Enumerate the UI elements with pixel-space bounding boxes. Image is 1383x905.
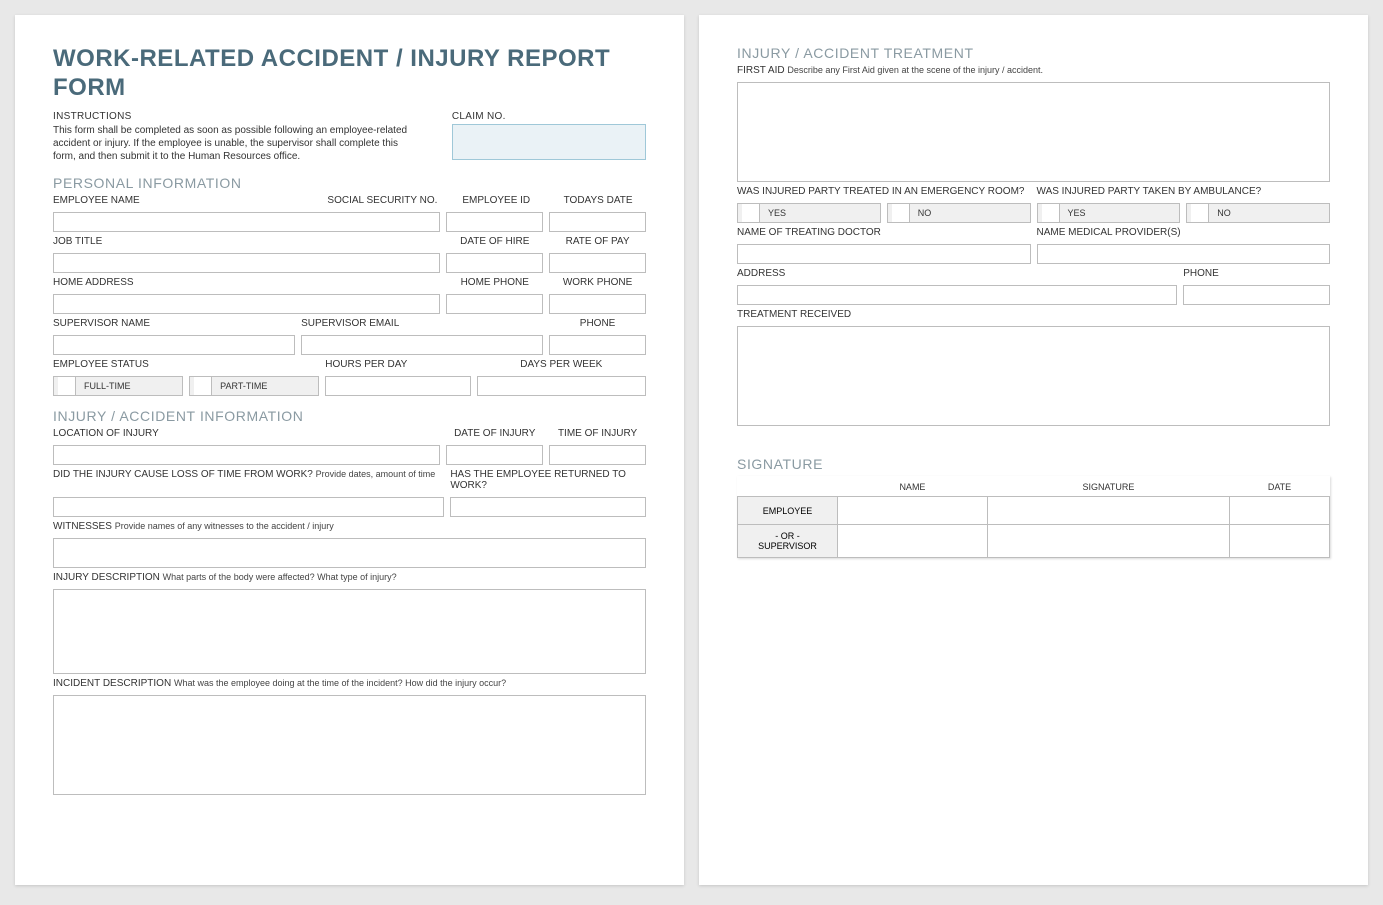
first-aid-field[interactable] (737, 82, 1330, 182)
treatment-address-field[interactable] (737, 285, 1177, 305)
treatment-address-label: ADDRESS (737, 268, 1177, 279)
supervisor-name-field[interactable] (53, 335, 295, 355)
supervisor-date-cell[interactable] (1230, 525, 1330, 558)
home-address-field[interactable] (53, 294, 440, 314)
full-time-checkbox[interactable]: FULL-TIME (53, 376, 183, 396)
instructions-body: This form shall be completed as soon as … (53, 124, 422, 163)
treatment-received-field[interactable] (737, 326, 1330, 426)
days-per-week-label: DAYS PER WEEK (477, 359, 646, 370)
treating-doctor-field[interactable] (737, 244, 1031, 264)
treatment-phone-field[interactable] (1183, 285, 1330, 305)
employee-id-label: EMPLOYEE ID (448, 195, 544, 206)
loss-of-time-field[interactable] (53, 497, 444, 517)
days-per-week-field[interactable] (477, 376, 646, 396)
witnesses-label: WITNESSES Provide names of any witnesses… (53, 521, 646, 532)
supervisor-email-label: SUPERVISOR EMAIL (301, 318, 543, 329)
personal-info-heading: PERSONAL INFORMATION (53, 175, 646, 191)
page-right: INJURY / ACCIDENT TREATMENT FIRST AID De… (699, 15, 1368, 885)
rate-of-pay-field[interactable] (549, 253, 646, 273)
signature-heading: SIGNATURE (737, 456, 1330, 472)
employee-status-label: EMPLOYEE STATUS (53, 359, 319, 370)
date-of-injury-field[interactable] (446, 445, 543, 465)
instructions-label: INSTRUCTIONS (53, 111, 422, 122)
date-of-hire-label: DATE OF HIRE (446, 236, 543, 247)
rate-of-pay-label: RATE OF PAY (549, 236, 646, 247)
supervisor-phone-label: PHONE (549, 318, 646, 329)
location-of-injury-label: LOCATION OF INJURY (53, 428, 440, 439)
employee-row-label: EMPLOYEE (738, 497, 838, 525)
supervisor-name-label: SUPERVISOR NAME (53, 318, 295, 329)
date-of-injury-label: DATE OF INJURY (446, 428, 543, 439)
home-address-label: HOME ADDRESS (53, 277, 440, 288)
employee-id-field[interactable] (446, 212, 543, 232)
date-of-hire-field[interactable] (446, 253, 543, 273)
form-title: WORK-RELATED ACCIDENT / INJURY REPORT FO… (53, 45, 646, 103)
location-of-injury-field[interactable] (53, 445, 440, 465)
ambulance-no-checkbox[interactable]: NO (1186, 203, 1330, 223)
employee-name-cell[interactable] (838, 497, 988, 525)
hours-per-day-field[interactable] (325, 376, 470, 396)
sig-name-col: NAME (838, 476, 988, 497)
supervisor-name-cell[interactable] (838, 525, 988, 558)
incident-description-field[interactable] (53, 695, 646, 795)
todays-date-label: TODAYS DATE (550, 195, 646, 206)
part-time-checkbox[interactable]: PART-TIME (189, 376, 319, 396)
job-title-label: JOB TITLE (53, 236, 440, 247)
employee-date-cell[interactable] (1230, 497, 1330, 525)
supervisor-row-label: - OR - SUPERVISOR (738, 525, 838, 558)
ambulance-question-label: WAS INJURED PARTY TAKEN BY AMBULANCE? (1037, 186, 1331, 197)
page-left: WORK-RELATED ACCIDENT / INJURY REPORT FO… (15, 15, 684, 885)
employee-name-field[interactable] (53, 212, 440, 232)
home-phone-field[interactable] (446, 294, 543, 314)
er-yes-checkbox[interactable]: YES (737, 203, 881, 223)
home-phone-label: HOME PHONE (446, 277, 543, 288)
medical-providers-field[interactable] (1037, 244, 1331, 264)
hours-per-day-label: HOURS PER DAY (325, 359, 470, 370)
injury-info-heading: INJURY / ACCIDENT INFORMATION (53, 408, 646, 424)
todays-date-field[interactable] (549, 212, 646, 232)
employee-name-label: EMPLOYEE NAME (53, 195, 317, 206)
supervisor-email-field[interactable] (301, 335, 543, 355)
er-question-label: WAS INJURED PARTY TREATED IN AN EMERGENC… (737, 186, 1031, 197)
loss-of-time-label: DID THE INJURY CAUSE LOSS OF TIME FROM W… (53, 469, 444, 480)
work-phone-field[interactable] (549, 294, 646, 314)
sig-signature-col: SIGNATURE (987, 476, 1229, 497)
claim-no-label: CLAIM NO. (452, 111, 646, 122)
signature-table: NAME SIGNATURE DATE EMPLOYEE - OR - SUPE… (737, 476, 1330, 558)
witnesses-field[interactable] (53, 538, 646, 568)
er-no-checkbox[interactable]: NO (887, 203, 1031, 223)
treatment-phone-label: PHONE (1183, 268, 1330, 279)
sig-date-col: DATE (1230, 476, 1330, 497)
employee-signature-cell[interactable] (987, 497, 1229, 525)
ssn-label: SOCIAL SECURITY NO. (323, 195, 443, 206)
time-of-injury-label: TIME OF INJURY (549, 428, 646, 439)
work-phone-label: WORK PHONE (549, 277, 646, 288)
medical-providers-label: NAME MEDICAL PROVIDER(S) (1037, 227, 1331, 238)
treatment-heading: INJURY / ACCIDENT TREATMENT (737, 45, 1330, 61)
claim-no-field[interactable] (452, 124, 646, 160)
returned-field[interactable] (450, 497, 646, 517)
treatment-received-label: TREATMENT RECEIVED (737, 309, 1330, 320)
supervisor-phone-field[interactable] (549, 335, 646, 355)
injury-description-field[interactable] (53, 589, 646, 674)
job-title-field[interactable] (53, 253, 440, 273)
first-aid-label: FIRST AID Describe any First Aid given a… (737, 65, 1330, 76)
ambulance-yes-checkbox[interactable]: YES (1037, 203, 1181, 223)
incident-description-label: INCIDENT DESCRIPTION What was the employ… (53, 678, 646, 689)
returned-label: HAS THE EMPLOYEE RETURNED TO WORK? (450, 469, 646, 491)
injury-description-label: INJURY DESCRIPTION What parts of the bod… (53, 572, 646, 583)
treating-doctor-label: NAME OF TREATING DOCTOR (737, 227, 1031, 238)
supervisor-signature-cell[interactable] (987, 525, 1229, 558)
time-of-injury-field[interactable] (549, 445, 646, 465)
